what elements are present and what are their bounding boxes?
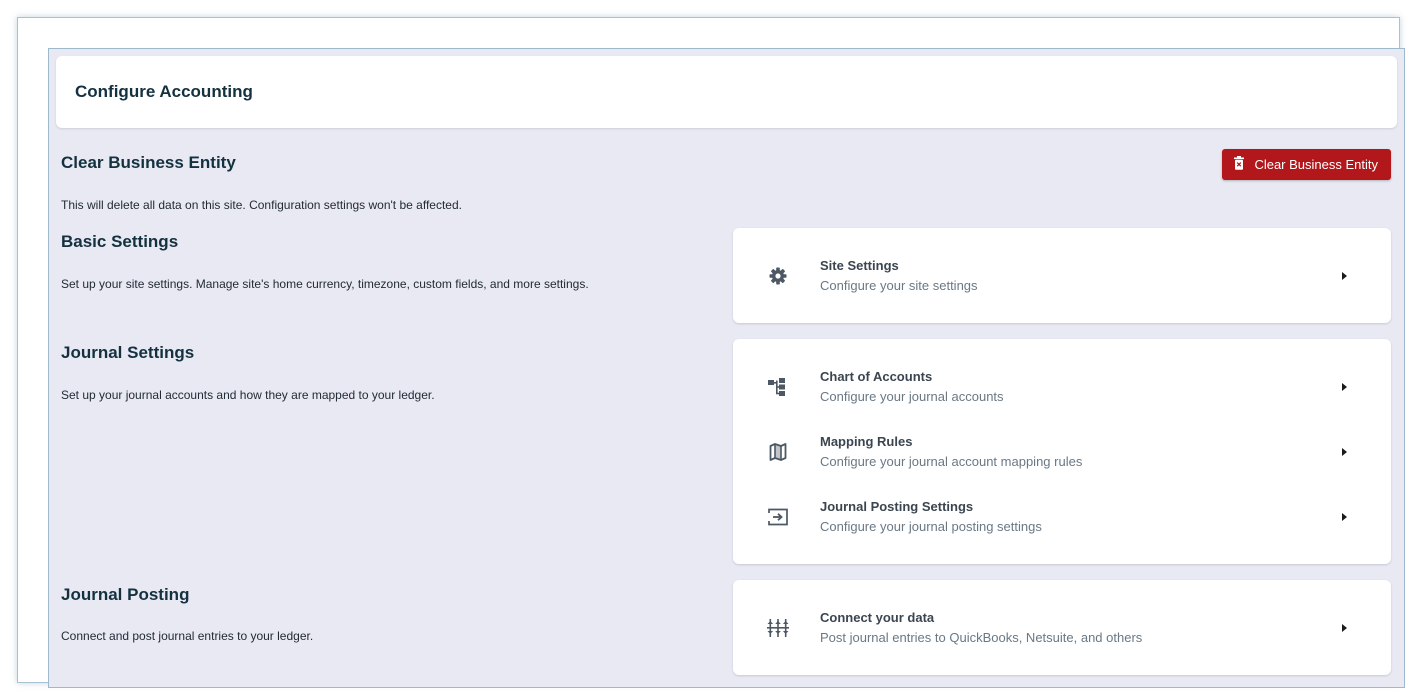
- mapping-rules-subtitle: Configure your journal account mapping r…: [820, 453, 1083, 469]
- mapping-rules-item[interactable]: Mapping Rules Configure your journal acc…: [733, 419, 1391, 484]
- clear-business-entity-button[interactable]: Clear Business Entity: [1222, 149, 1391, 180]
- caret-right-icon: [1342, 382, 1347, 391]
- trash-icon: [1234, 156, 1245, 173]
- journal-posting-description: Connect and post journal entries to your…: [61, 629, 314, 643]
- caret-right-icon: [1342, 447, 1347, 456]
- basic-settings-card: Site Settings Configure your site settin…: [733, 228, 1391, 323]
- site-settings-subtitle: Configure your site settings: [820, 277, 978, 293]
- site-settings-text: Site Settings Configure your site settin…: [820, 257, 978, 295]
- connect-data-subtitle: Post journal entries to QuickBooks, Nets…: [820, 629, 1143, 645]
- journal-posting-title: Journal Posting: [61, 585, 190, 604]
- caret-right-icon: [1342, 271, 1347, 280]
- chart-of-accounts-item[interactable]: Chart of Accounts Configure your journal…: [733, 354, 1391, 419]
- journal-settings-description: Set up your journal accounts and how the…: [61, 388, 435, 402]
- window-frame: Configure Accounting Clear Business Enti…: [17, 17, 1405, 688]
- caret-right-icon: [1342, 512, 1347, 521]
- hierarchy-icon: [767, 376, 789, 398]
- journal-settings-card: Chart of Accounts Configure your journal…: [733, 339, 1391, 564]
- journal-posting-settings-subtitle: Configure your journal posting settings: [820, 518, 1042, 534]
- site-settings-item[interactable]: Site Settings Configure your site settin…: [733, 243, 1391, 308]
- journal-settings-title: Journal Settings: [61, 343, 195, 362]
- mapping-rules-text: Mapping Rules Configure your journal acc…: [820, 433, 1082, 471]
- mapping-rules-title: Mapping Rules: [820, 433, 913, 449]
- basic-settings-title: Basic Settings: [61, 232, 179, 251]
- journal-posting-card: Connect your data Post journal entries t…: [733, 580, 1391, 675]
- caret-right-icon: [1342, 623, 1347, 632]
- connect-icon: [767, 617, 789, 639]
- configure-accounting-page: Configure Accounting Clear Business Enti…: [48, 48, 1405, 688]
- journal-posting-settings-title: Journal Posting Settings: [820, 498, 974, 514]
- connect-data-text: Connect your data Post journal entries t…: [820, 609, 1142, 647]
- gear-icon: [767, 265, 789, 287]
- journal-posting-settings-text: Journal Posting Settings Configure your …: [820, 498, 1042, 536]
- page-header: Configure Accounting: [56, 56, 1397, 128]
- clear-entity-description: This will delete all data on this site. …: [61, 198, 462, 212]
- basic-settings-description: Set up your site settings. Manage site's…: [61, 277, 589, 291]
- connect-data-item[interactable]: Connect your data Post journal entries t…: [733, 595, 1391, 660]
- site-settings-title: Site Settings: [820, 257, 899, 273]
- chart-of-accounts-title: Chart of Accounts: [820, 368, 933, 384]
- page-title: Configure Accounting: [75, 82, 253, 101]
- post-arrow-icon: [767, 506, 789, 528]
- chart-of-accounts-text: Chart of Accounts Configure your journal…: [820, 368, 1004, 406]
- chart-of-accounts-subtitle: Configure your journal accounts: [820, 388, 1004, 404]
- clear-business-entity-label: Clear Business Entity: [1254, 157, 1378, 172]
- connect-data-title: Connect your data: [820, 609, 935, 625]
- map-icon: [767, 441, 789, 463]
- journal-posting-settings-item[interactable]: Journal Posting Settings Configure your …: [733, 484, 1391, 549]
- clear-entity-title: Clear Business Entity: [61, 153, 236, 172]
